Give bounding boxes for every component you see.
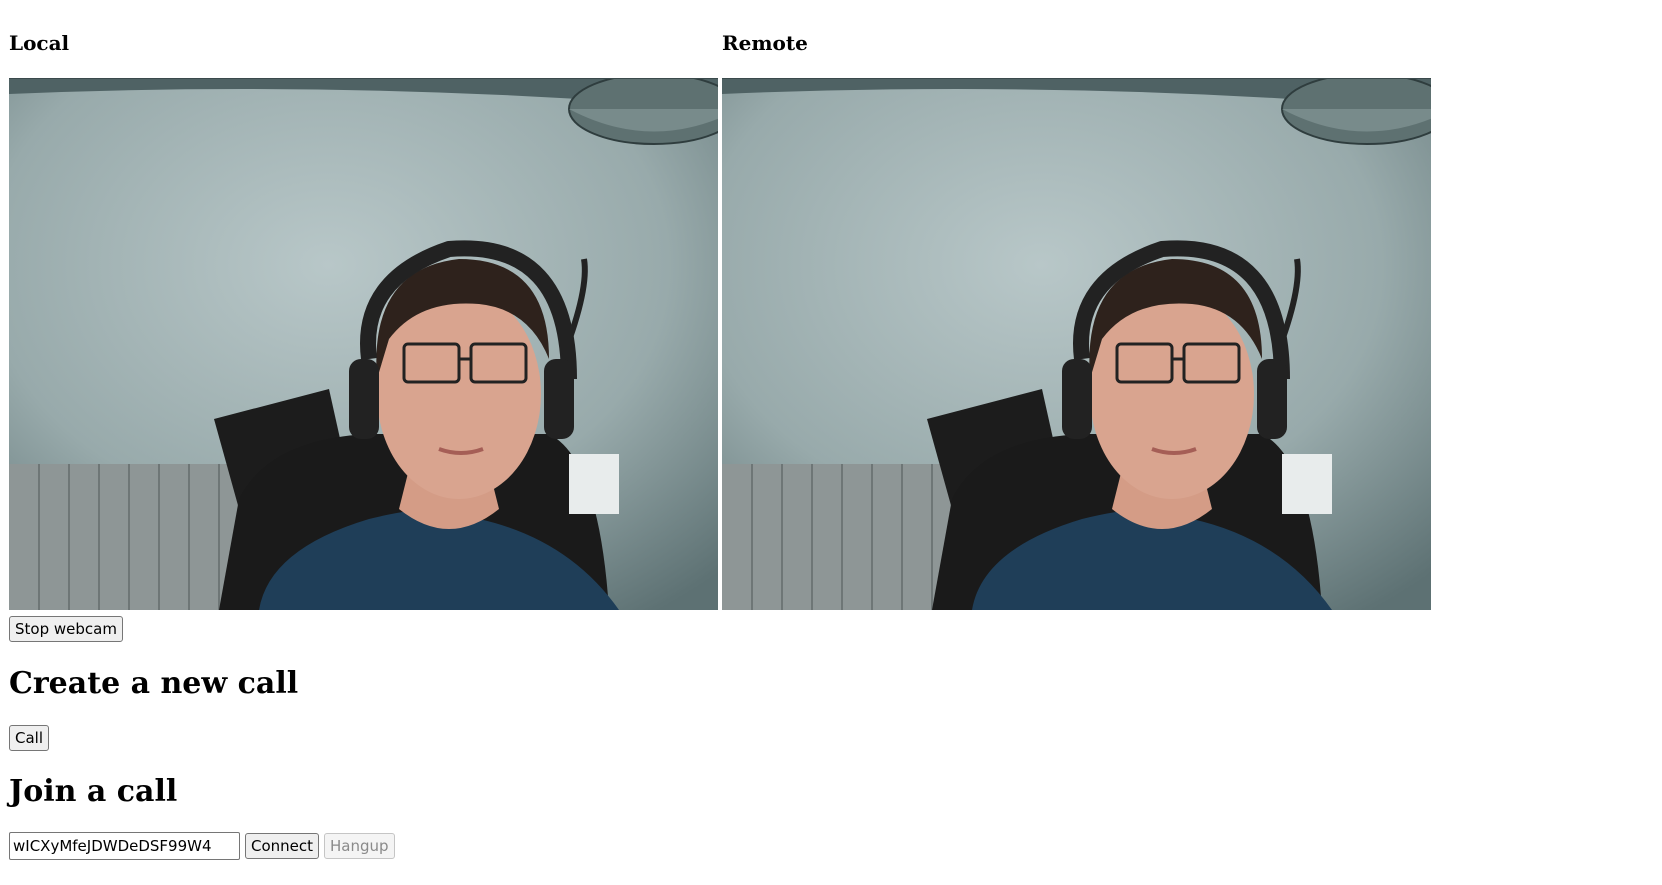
remote-heading: Remote [722,31,808,55]
connect-button[interactable]: Connect [245,833,320,859]
video-row: Local Remote [9,28,1431,610]
remote-video-panel: Remote [722,28,1431,610]
join-call-heading: Join a call [9,774,178,809]
stop-webcam-button[interactable]: Stop webcam [9,616,123,642]
create-call-heading: Create a new call [9,666,299,701]
local-heading: Local [9,31,70,55]
call-button[interactable]: Call [9,725,50,751]
remote-webcam-image [722,79,1431,610]
local-video-panel: Local [9,28,718,610]
webrtc-demo-page: Local Remote Stop webcam Create a new ca… [0,0,1662,885]
call-id-input[interactable] [9,832,240,860]
remote-video [722,78,1431,610]
local-webcam-image [9,79,718,610]
hangup-button[interactable]: Hangup [324,833,395,859]
local-video [9,78,718,610]
join-call-row: Connect Hangup [9,832,395,860]
